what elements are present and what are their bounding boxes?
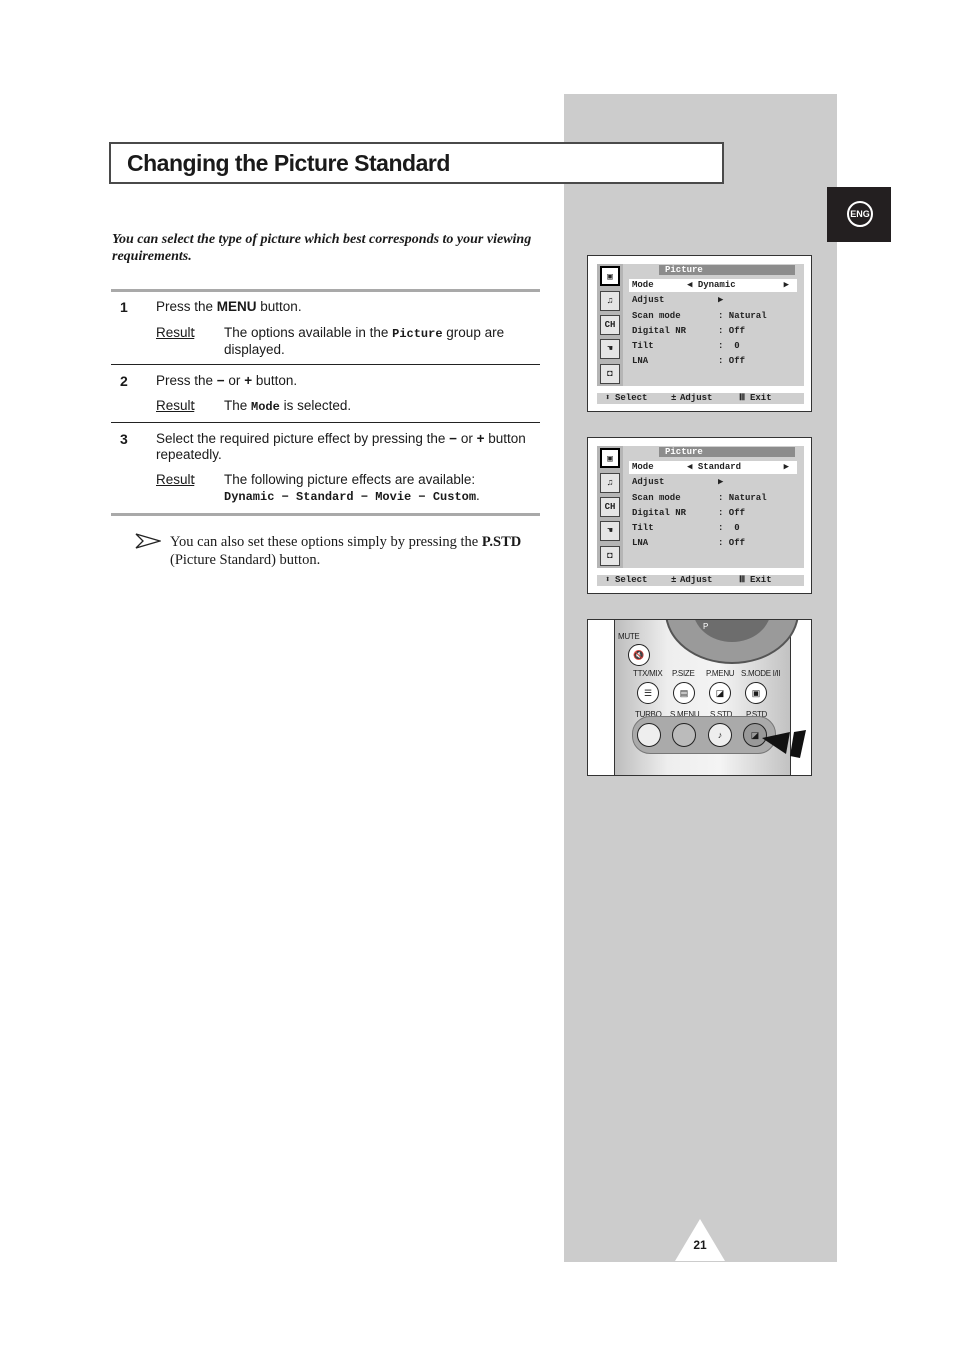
divider — [111, 422, 540, 423]
osd-row-scan-mode[interactable]: Scan mode: Natural — [629, 310, 797, 323]
osd-menu-area: ▣ ♫ CH ☚ ◘ Picture Mode ◀ Standard ▶ Adjus… — [597, 446, 804, 568]
sound-icon: ♫ — [600, 473, 620, 493]
p-menu-button[interactable]: ◪ — [709, 682, 731, 704]
osd-row-scan-mode[interactable]: Scan mode: Natural — [629, 492, 797, 505]
menu-icon: Ⅲ — [739, 393, 746, 403]
step-1: 1 Press the MENU button. Result: The opt… — [111, 299, 540, 359]
left-arrow-icon: ◀ Standard — [687, 462, 742, 472]
label-p-menu: P.MENU — [706, 669, 735, 678]
remote-top-label: P — [703, 622, 709, 631]
channel-icon: CH — [600, 497, 620, 517]
submenu-arrow-icon: ▶ — [718, 295, 724, 305]
step-instruction: Select the required picture effect by pr… — [156, 431, 526, 462]
language-badge-label: ENG — [847, 201, 873, 227]
turbo-button[interactable] — [637, 723, 661, 747]
pointer-arrow-icon — [762, 730, 806, 758]
channel-icon: CH — [600, 315, 620, 335]
step-instruction: Press the MENU button. — [156, 299, 302, 314]
remote-dial — [665, 620, 799, 664]
osd-screen-dynamic: ▣ ♫ CH ☚ ◘ Picture Mode ◀ Dynamic ▶ Adjust… — [587, 255, 812, 412]
osd-row-tilt[interactable]: Tilt: 0 — [629, 522, 797, 535]
arrow-pointer-icon — [135, 533, 163, 554]
osd-row-lna[interactable]: LNA: Off — [629, 355, 797, 368]
tv-picture-icon: ▣ — [600, 448, 620, 468]
language-badge: ENG — [827, 187, 891, 242]
label-s-mode: S.MODE I/II — [741, 669, 781, 678]
input-tv-icon: ◘ — [600, 546, 620, 566]
osd-row-adjust[interactable]: Adjust ▶ — [629, 294, 797, 307]
osd-row-adjust[interactable]: Adjust ▶ — [629, 476, 797, 489]
right-arrow-icon: ▶ — [783, 462, 789, 472]
step-number: 2 — [120, 373, 128, 389]
updown-icon: ⬍ — [605, 575, 611, 585]
s-mode-button[interactable]: ▣ — [745, 682, 767, 704]
result-text: The options available in the Picture gro… — [224, 325, 505, 357]
osd-row-mode[interactable]: Mode ◀ Dynamic ▶ — [629, 279, 797, 292]
osd-menu-title: Picture — [659, 447, 795, 457]
plusminus-icon: ± — [671, 575, 677, 585]
sound-icon: ♫ — [600, 291, 620, 311]
step-2: 2 Press the − or + button. Result: The M… — [111, 373, 540, 414]
title-box: Changing the Picture Standard — [109, 142, 724, 184]
step-number: 1 — [120, 299, 128, 315]
result-text: The Mode is selected. — [224, 398, 352, 414]
osd-menu-title: Picture — [659, 265, 795, 275]
label-p-size: P.SIZE — [672, 669, 695, 678]
remote-illustration: P MUTE 🔇 TTX/MIX P.SIZE P.MENU S.MODE I/… — [587, 619, 812, 776]
updown-icon: ⬍ — [605, 393, 611, 403]
osd-icon-column: ▣ ♫ CH ☚ ◘ — [597, 446, 623, 568]
osd-screen-standard: ▣ ♫ CH ☚ ◘ Picture Mode ◀ Standard ▶ Adjus… — [587, 437, 812, 594]
osd-footer: ⬍ Select ± Adjust Ⅲ Exit — [597, 575, 804, 586]
result-label: Result — [156, 472, 195, 487]
result-label: Result — [156, 398, 195, 413]
osd-menu-area: ▣ ♫ CH ☚ ◘ Picture Mode ◀ Dynamic ▶ Adjust… — [597, 264, 804, 386]
s-std-button[interactable]: ♪ — [708, 723, 732, 747]
ttx-mix-button[interactable]: ☰ — [637, 682, 659, 704]
left-arrow-icon: ◀ Dynamic — [687, 280, 736, 290]
osd-row-digital-nr[interactable]: Digital NR: Off — [629, 325, 797, 338]
mute-button[interactable]: 🔇 — [628, 644, 650, 666]
osd-footer: ⬍ Select ± Adjust Ⅲ Exit — [597, 393, 804, 404]
osd-row-mode[interactable]: Mode ◀ Standard ▶ — [629, 461, 797, 474]
input-tv-icon: ◘ — [600, 364, 620, 384]
osd-row-digital-nr[interactable]: Digital NR: Off — [629, 507, 797, 520]
p-size-button[interactable]: ▤ — [673, 682, 695, 704]
osd-icon-column: ▣ ♫ CH ☚ ◘ — [597, 264, 623, 386]
result-text: The following picture effects are availa… — [224, 472, 480, 504]
setup-hand-icon: ☚ — [600, 521, 620, 541]
osd-row-lna[interactable]: LNA: Off — [629, 537, 797, 550]
intro-text: You can select the type of picture which… — [112, 232, 532, 264]
osd-row-tilt[interactable]: Tilt: 0 — [629, 340, 797, 353]
tv-picture-icon: ▣ — [600, 266, 620, 286]
divider-bottom — [111, 513, 540, 516]
menu-icon: Ⅲ — [739, 575, 746, 585]
step-3: 3 Select the required picture effect by … — [111, 431, 540, 511]
submenu-arrow-icon: ▶ — [718, 477, 724, 487]
setup-hand-icon: ☚ — [600, 339, 620, 359]
right-arrow-icon: ▶ — [783, 280, 789, 290]
step-number: 3 — [120, 431, 128, 447]
page-number: 21 — [693, 1238, 707, 1252]
plusminus-icon: ± — [671, 393, 677, 403]
note-text: You can also set these options simply by… — [170, 534, 522, 568]
s-menu-button[interactable] — [672, 723, 696, 747]
page-title: Changing the Picture Standard — [127, 150, 450, 176]
divider-top — [111, 289, 540, 292]
result-label: Result — [156, 325, 195, 340]
label-mute: MUTE — [618, 632, 640, 641]
divider — [111, 364, 540, 365]
step-instruction: Press the − or + button. — [156, 373, 298, 388]
label-ttx-mix: TTX/MIX — [633, 669, 663, 678]
